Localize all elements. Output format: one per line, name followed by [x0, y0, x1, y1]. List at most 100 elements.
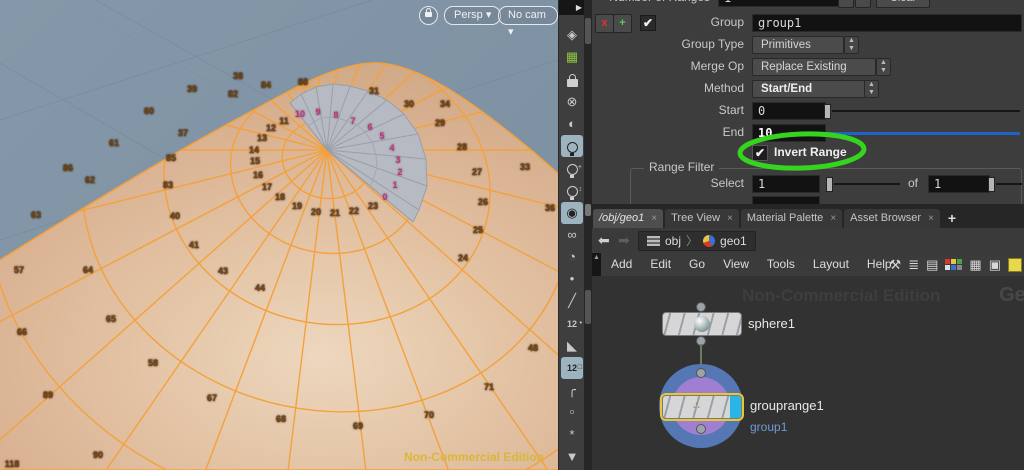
axis-icon[interactable]: * — [561, 424, 583, 446]
invert-range-checkbox[interactable]: ✔ — [752, 145, 768, 161]
persp-view-dropdown[interactable]: Persp ▾ — [444, 6, 501, 25]
toolbar-expand-button[interactable]: ▶ — [559, 0, 585, 15]
select-slider-track[interactable] — [834, 183, 900, 185]
prim-numbers-icon[interactable]: 12□ — [561, 357, 583, 379]
breadcrumb-geo1[interactable]: geo1 — [720, 232, 747, 250]
new-tab-button[interactable]: + — [942, 209, 962, 228]
smooth-shaded-icon[interactable]: ∞ — [561, 224, 583, 246]
view-layout-icon[interactable]: ◈ — [561, 24, 583, 46]
start-value-field[interactable]: 0 — [752, 102, 826, 120]
of-slider-track[interactable] — [996, 183, 1022, 185]
prim-number-12: 12 — [266, 123, 276, 133]
breadcrumb-obj[interactable]: obj — [665, 232, 681, 250]
display-normals-icon[interactable]: ╱ — [561, 290, 583, 312]
close-tab-icon[interactable]: × — [928, 213, 934, 224]
tab--obj-geo1[interactable]: /obj/geo1× — [593, 209, 663, 228]
selection-mask-icon[interactable]: ▫ — [561, 401, 583, 423]
tools-icon[interactable]: ⚒ — [890, 257, 902, 273]
menu-go[interactable]: Go — [680, 253, 714, 276]
sphere1-input-dot[interactable] — [696, 302, 706, 312]
param-row-start: Start 0 — [592, 101, 1024, 120]
prim-number-31: 31 — [369, 86, 379, 96]
grouprange1-output-dot[interactable] — [696, 424, 706, 434]
snap-icon[interactable]: ▦ — [561, 46, 583, 68]
splitter-handle[interactable] — [585, 204, 591, 216]
node-grouprange1[interactable]: ∴ — [662, 395, 742, 419]
node-sphere1[interactable] — [662, 312, 742, 336]
display-materials-icon[interactable]: ◉ — [561, 202, 583, 224]
close-tab-icon[interactable]: × — [727, 213, 733, 224]
menu-scroll-button[interactable]: ▲ — [592, 253, 601, 276]
headlight-icon[interactable]: ◐ — [561, 113, 583, 135]
prim-number-27: 27 — [472, 167, 482, 177]
network-menu-bar: ▲ AddEditGoViewToolsLayoutHelp ⚒≣▤▦▣ — [592, 253, 1024, 277]
display-options-icon[interactable]: ◔ — [561, 246, 583, 268]
sticky-note-icon[interactable] — [1008, 258, 1022, 272]
lights-off-icon[interactable]: ⊗ — [561, 91, 583, 113]
offset-field-clipped[interactable] — [752, 196, 820, 204]
hq-light-shadows-icon[interactable]: ↕ — [561, 179, 583, 201]
display-points-icon[interactable]: • — [561, 268, 583, 290]
pane-divider[interactable] — [584, 0, 592, 470]
method-dropdown[interactable]: Start/End — [752, 80, 866, 98]
prim-number-18: 18 — [275, 192, 285, 202]
clear-ranges-button[interactable]: Clear — [876, 0, 930, 8]
display-prims-icon[interactable]: ◣ — [561, 335, 583, 357]
menu-view[interactable]: View — [714, 253, 758, 276]
scrollbar-thumb[interactable] — [585, 18, 591, 44]
sphere1-label[interactable]: sphere1 — [748, 316, 795, 331]
remove-range-button[interactable]: - — [855, 0, 871, 8]
select-value-field[interactable]: 1 — [752, 175, 820, 193]
grouprange1-input-dot[interactable] — [696, 368, 706, 378]
number-of-ranges-field[interactable]: 1 — [718, 0, 842, 7]
tab-material-palette[interactable]: Material Palette× — [741, 209, 842, 228]
more-icon[interactable]: ▼ — [561, 446, 583, 468]
close-tab-icon[interactable]: × — [830, 213, 836, 224]
point-numbers-icon[interactable]: 12• — [561, 313, 583, 335]
parameter-pane: Number of Ranges 1 + - Clear x + ✔ Group… — [592, 0, 1024, 204]
network-editor[interactable]: Non-Commercial Edition Geo sphere1 ∴ gro… — [592, 276, 1024, 470]
menu-tools[interactable]: Tools — [758, 253, 804, 276]
back-arrow-icon[interactable]: ⬅ — [598, 233, 610, 247]
scene-viewport[interactable]: 1112131415161718192021222324252627282930… — [0, 0, 558, 470]
list-view-icon[interactable]: ▤ — [926, 257, 938, 273]
menu-edit[interactable]: Edit — [641, 253, 680, 276]
grouprange1-label[interactable]: grouprange1 — [750, 398, 824, 413]
normal-lights-icon[interactable] — [561, 135, 583, 157]
display-flag[interactable] — [730, 396, 741, 418]
end-slider-track[interactable] — [828, 132, 1020, 135]
of-value-field[interactable]: 1 — [928, 175, 990, 193]
tree-list-icon[interactable]: ≣ — [908, 257, 919, 273]
close-tab-icon[interactable]: × — [651, 213, 657, 224]
end-value-field[interactable]: 10 — [752, 124, 826, 142]
scrollbar-thumb[interactable] — [585, 290, 591, 324]
camera-select-dropdown[interactable]: No cam ▾ — [498, 6, 558, 25]
tab-asset-browser[interactable]: Asset Browser× — [844, 209, 940, 228]
select-slider-handle[interactable] — [826, 177, 833, 192]
prim-number-118: 118 — [5, 459, 20, 469]
merge-op-dropdown[interactable]: Replace Existing — [752, 58, 876, 76]
forward-arrow-icon[interactable]: ➡ — [618, 233, 630, 247]
camera-lock-button[interactable] — [419, 6, 438, 25]
merge-op-spinner[interactable]: ▲▼ — [876, 58, 891, 76]
start-slider-track[interactable] — [832, 110, 1020, 112]
color-palette-icon[interactable] — [945, 259, 962, 270]
group-type-dropdown[interactable]: Primitives — [752, 36, 844, 54]
layout-windows-icon[interactable]: ▣ — [989, 257, 1001, 273]
grid-view-icon[interactable]: ▦ — [969, 257, 981, 273]
start-slider-handle[interactable] — [824, 104, 831, 119]
viewport-watermark: Non-Commercial Edition — [404, 450, 544, 464]
high-quality-light-icon[interactable]: + — [561, 157, 583, 179]
add-range-button[interactable]: + — [838, 0, 854, 8]
of-slider-handle[interactable] — [988, 177, 995, 192]
display-profiles-icon[interactable]: ╭ — [561, 379, 583, 401]
tab-tree-view[interactable]: Tree View× — [665, 209, 739, 228]
prim-number-37: 37 — [178, 128, 188, 138]
menu-add[interactable]: Add — [602, 253, 641, 276]
breadcrumb-separator: 〉 — [686, 232, 698, 250]
menu-layout[interactable]: Layout — [804, 253, 858, 276]
group-type-spinner[interactable]: ▲▼ — [844, 36, 859, 54]
lock-icon[interactable] — [561, 68, 583, 90]
method-spinner[interactable]: ▲▼ — [864, 80, 879, 98]
group-name-field[interactable]: group1 — [752, 14, 1022, 32]
